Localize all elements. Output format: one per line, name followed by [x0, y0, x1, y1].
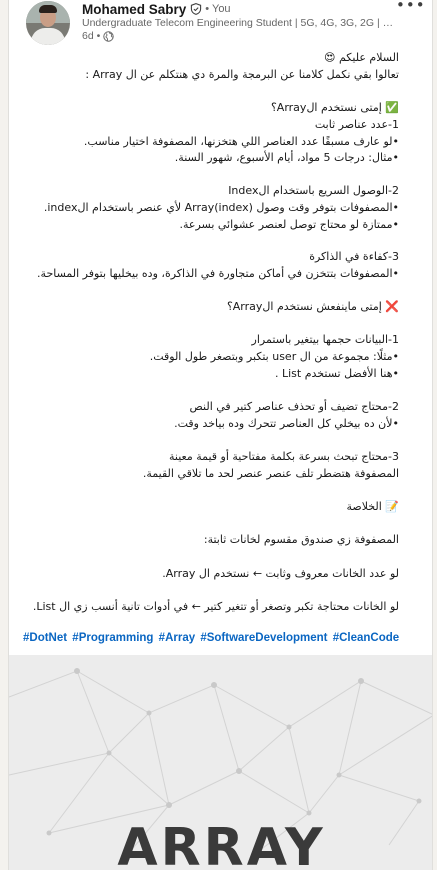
post-line: 1-البيانات حجمها بيتغير باستمرار [251, 333, 399, 346]
post-line: 3-كفاءة في الذاكرة [309, 250, 399, 263]
hashtag-link[interactable]: #Array [159, 632, 195, 644]
post-line: •مثال: درجات 5 مواد، أيام الأسبوع، شهور … [174, 151, 399, 164]
post-line: 1-عدد عناصر ثابت [314, 118, 399, 131]
post-line: •ممتازة لو محتاج توصل لعنصر عشوائي بسرعة… [179, 218, 399, 231]
feed-post-card: Mohamed Sabry • You Undergraduate Teleco… [8, 0, 433, 870]
post-line: لو الخانات محتاجة تكبر وتصغر أو تتغير كت… [32, 600, 399, 613]
post-line: •مثلًا: مجموعة من ال user بتكبر وبتصغر ط… [149, 350, 399, 363]
post-line: •المصفوفات بتوفر وقت وصول Array(index) ل… [43, 201, 399, 214]
post-line: 3-محتاج تبحث بسرعة بكلمة مفتاحية أو قيمة… [168, 450, 399, 463]
post-image[interactable]: ARRAY [9, 655, 432, 870]
post-line: تعالوا بقي نكمل كلامنا عن البرمجة والمرة… [85, 68, 399, 81]
post-line: •المصفوفات بتتخزن في أماكن متجاورة في ال… [37, 267, 399, 280]
post-line: المصفوفة زي صندوق مقسوم لخانات ثابتة: [203, 533, 399, 546]
post-line: ✅ إمتى نستخدم الArray؟ [270, 101, 399, 114]
post-line: السلام عليكم 😍 [324, 51, 399, 64]
post-line: 2-الوصول السريع باستخدام الIndex [228, 184, 399, 197]
verified-shield-icon [190, 3, 202, 15]
post-line: المصفوفة هتضطر تلف عنصر عنصر لحد ما تلاق… [142, 467, 399, 480]
globe-icon [103, 30, 114, 42]
hashtag-link[interactable]: #CleanCode [333, 632, 399, 644]
post-line: 2-محتاج تضيف أو تحذف عناصر كتير في النص [189, 400, 399, 413]
post-line: •هنا الأفضل تستخدم List . [274, 367, 399, 380]
image-title: ARRAY [117, 818, 326, 870]
author-headline: Undergraduate Telecom Engineering Studen… [82, 17, 400, 29]
hashtag-link[interactable]: #SoftwareDevelopment [200, 632, 327, 644]
author-name[interactable]: Mohamed Sabry [82, 2, 186, 17]
post-line: •لو عارف مسبقًا عدد العناصر اللي هتخزنها… [83, 135, 399, 148]
more-options-button[interactable]: ••• [396, 0, 425, 14]
hashtag-list: #DotNet #Programming #Array #SoftwareDev… [23, 632, 401, 644]
hashtag-link[interactable]: #DotNet [23, 632, 67, 644]
post-header: Mohamed Sabry • You Undergraduate Teleco… [9, 0, 432, 48]
post-line: ❌ إمتى ماينفعش نستخدم الArray؟ [226, 300, 399, 313]
author-name-row: Mohamed Sabry • You [82, 1, 231, 17]
post-line: لو عدد الخانات معروف وثابت ← نستخدم ال A… [162, 567, 399, 580]
relation-label: • You [205, 3, 231, 15]
post-time: 6d • [82, 30, 101, 42]
post-line: 📝 الخلاصة [346, 500, 399, 513]
hashtag-link[interactable]: #Programming [72, 632, 153, 644]
post-line: •لأن ده بيخلي كل العناصر تتحرك وده بياخد… [174, 417, 399, 430]
author-avatar[interactable] [26, 1, 70, 45]
post-meta: 6d • [82, 30, 114, 42]
